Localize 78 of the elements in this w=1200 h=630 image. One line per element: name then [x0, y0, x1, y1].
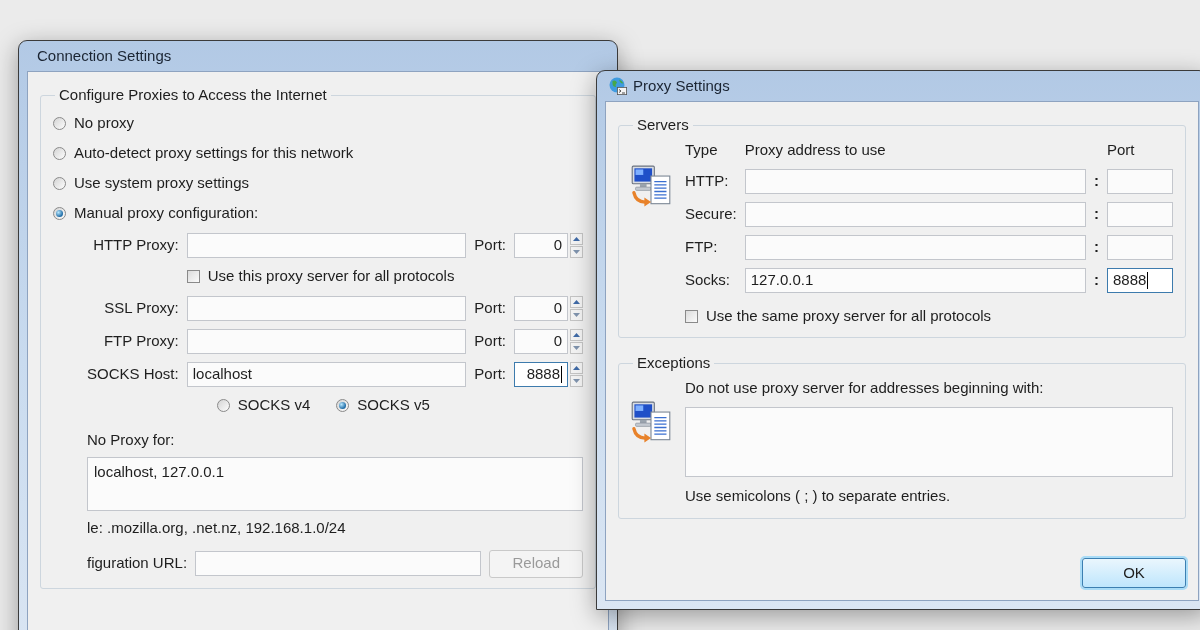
exceptions-field[interactable] [685, 407, 1173, 477]
checkbox-option[interactable]: Use this proxy server for all protocols [186, 265, 455, 288]
exceptions-label: Do not use proxy server for addresses beginning with: [685, 377, 1044, 398]
group-title: Servers [636, 115, 690, 135]
address-field[interactable] [744, 202, 1086, 227]
text-cursor-icon [1147, 272, 1149, 289]
column-header: Port [1107, 139, 1136, 160]
url-field[interactable] [195, 551, 482, 576]
group-title: Exceptions [636, 353, 712, 373]
group-title: Configure Proxies to Access the Internet [58, 85, 328, 105]
up-arrow-icon [573, 365, 580, 370]
text-cursor-icon [561, 365, 562, 383]
radio-option[interactable]: SOCKS v4 [216, 394, 311, 417]
up-arrow-icon [573, 332, 580, 337]
port-separator: : [1094, 270, 1099, 291]
field-label: HTTP Proxy: [92, 234, 179, 255]
field-label: No Proxy for: [87, 429, 175, 450]
type-label: Secure: [685, 204, 737, 225]
spin-up-button[interactable] [570, 361, 583, 374]
port-field[interactable]: 8888 [1107, 268, 1173, 293]
spin-down-button[interactable] [570, 308, 583, 321]
radio-option[interactable]: Use system proxy settings [53, 172, 250, 195]
port-separator: : [1094, 171, 1099, 192]
radio-option[interactable]: No proxy [53, 112, 135, 135]
port-field[interactable] [1107, 202, 1173, 227]
no-proxy-field[interactable]: localhost, 127.0.0.1 [87, 457, 583, 511]
type-label: HTTP: [685, 171, 730, 192]
radio-option[interactable]: SOCKS v5 [336, 394, 430, 417]
port-field[interactable] [1107, 235, 1173, 260]
up-arrow-icon [573, 299, 580, 304]
window-title: Proxy Settings [633, 75, 730, 96]
computer-and-document-icon [631, 164, 671, 207]
spin-up-button[interactable] [570, 232, 583, 245]
field-label: SOCKS Host: [87, 363, 179, 384]
address-field[interactable] [744, 235, 1086, 260]
host-field[interactable] [186, 232, 467, 258]
radio-option[interactable]: Auto-detect proxy settings for this network [53, 142, 354, 165]
type-label: FTP: [685, 237, 719, 258]
spin-down-button[interactable] [570, 341, 583, 354]
host-field[interactable] [186, 328, 467, 354]
globe-icon [609, 77, 627, 95]
host-field[interactable] [186, 295, 467, 321]
example-text: le: .mozilla.org, .net.nz, 192.168.1.0/24 [87, 518, 346, 538]
port-field[interactable]: 0 [514, 328, 568, 354]
down-arrow-icon [573, 378, 580, 383]
port-separator: : [1094, 237, 1099, 258]
spin-up-button[interactable] [570, 328, 583, 341]
window-title: Connection Settings [37, 45, 172, 66]
field-label: SSL Proxy: [103, 297, 179, 318]
port-field[interactable]: 0 [514, 295, 568, 321]
port-separator: : [1094, 204, 1099, 225]
radio-option[interactable]: Manual proxy configuration: [53, 202, 259, 225]
spin-up-button[interactable] [570, 295, 583, 308]
hint-text: Use semicolons ( ; ) to separate entries. [685, 486, 951, 506]
field-label: FTP Proxy: [102, 330, 179, 351]
field-label: figuration URL: [87, 553, 188, 574]
down-arrow-icon [573, 249, 580, 254]
address-field[interactable]: 127.0.0.1 [744, 268, 1086, 293]
port-label: Port: [474, 297, 506, 318]
checkbox-option[interactable]: Use the same proxy server for all protocols [685, 305, 992, 327]
address-field[interactable] [744, 169, 1086, 194]
port-field[interactable]: 0 [514, 232, 568, 258]
port-label: Port: [474, 330, 506, 351]
spin-down-button[interactable] [570, 245, 583, 258]
host-field[interactable]: localhost [186, 361, 467, 387]
down-arrow-icon [573, 312, 580, 317]
port-field[interactable] [1107, 169, 1173, 194]
type-label: Socks: [685, 270, 731, 291]
column-header: Proxy address to use [744, 139, 887, 160]
port-label: Port: [474, 234, 506, 255]
down-arrow-icon [573, 345, 580, 350]
port-field[interactable]: 8888 [514, 361, 568, 387]
ok-button[interactable]: OK [1082, 558, 1186, 588]
column-header: Type [685, 139, 719, 160]
up-arrow-icon [573, 236, 580, 241]
port-label: Port: [474, 363, 506, 384]
spin-down-button[interactable] [570, 374, 583, 387]
computer-and-document-icon [631, 400, 671, 443]
